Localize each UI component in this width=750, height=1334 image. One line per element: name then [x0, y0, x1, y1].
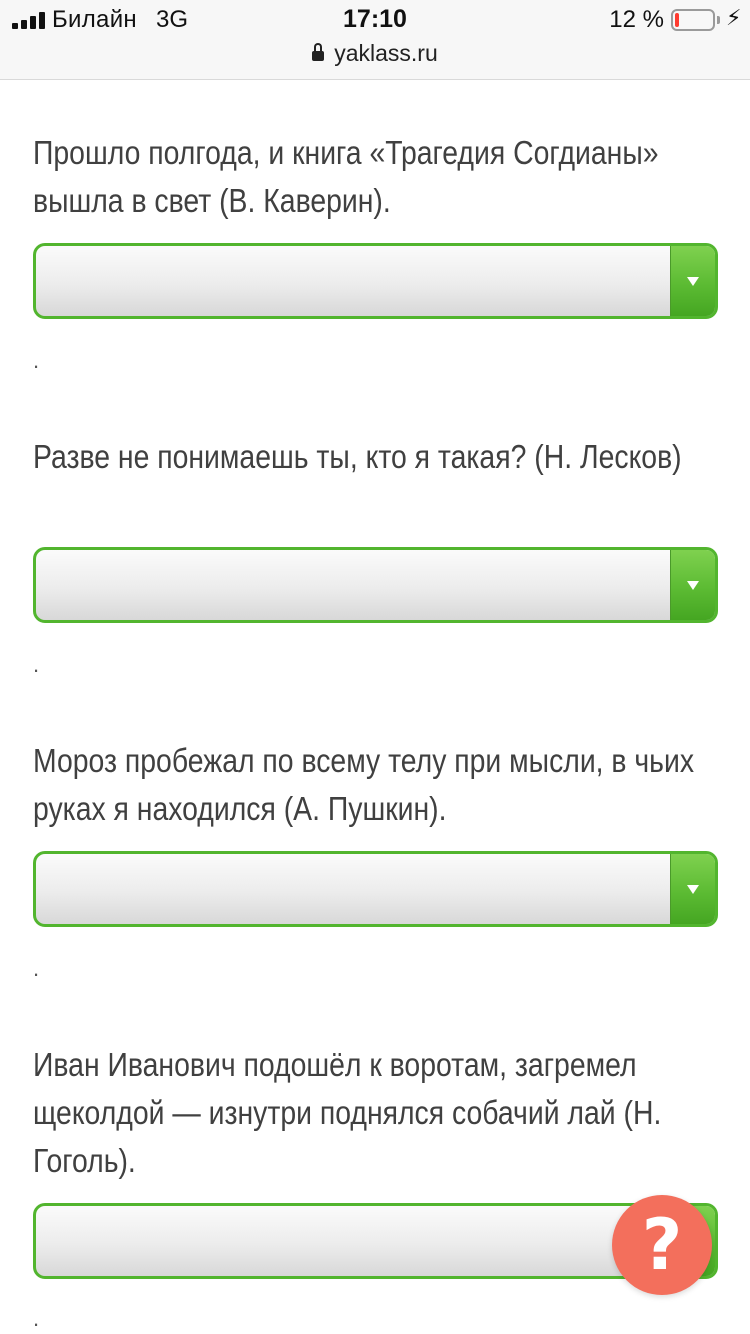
- bolt-icon: ⚡︎: [726, 5, 742, 30]
- question-item: Иван Иванович подошёл к воротам, загреме…: [33, 1041, 723, 1185]
- battery-cap: [717, 16, 720, 24]
- separator-dot: .: [33, 348, 40, 373]
- url-text: yaklass.ru: [334, 40, 438, 66]
- answer-select[interactable]: [33, 547, 718, 623]
- battery-icon: [671, 9, 715, 31]
- question-item: Прошло полгода, и книга «Трагедия Согдиа…: [33, 129, 723, 225]
- battery-percent: 12 %: [609, 6, 664, 33]
- answer-select[interactable]: [33, 243, 718, 319]
- question-item: Мороз пробежал по всему телу при мысли, …: [33, 737, 723, 833]
- separator-dot: .: [33, 1306, 40, 1331]
- dropdown-arrow-icon[interactable]: [670, 550, 715, 620]
- status-bar: Билайн 3G 17:10 12 % ⚡︎ yaklass.ru: [0, 0, 750, 80]
- question-text: Иван Иванович подошёл к воротам, загреме…: [33, 1046, 662, 1179]
- dropdown-arrow-icon[interactable]: [670, 246, 715, 316]
- separator-dot: .: [33, 956, 40, 981]
- lock-icon: [312, 43, 325, 61]
- answer-select[interactable]: [33, 851, 718, 927]
- question-item: Разве не понимаешь ты, кто я такая? (Н. …: [33, 433, 723, 481]
- battery-level: [675, 13, 679, 27]
- help-button[interactable]: ?: [612, 1195, 712, 1295]
- question-text: Разве не понимаешь ты, кто я такая? (Н. …: [33, 438, 682, 475]
- dropdown-arrow-icon[interactable]: [670, 854, 715, 924]
- question-text: Мороз пробежал по всему телу при мысли, …: [33, 742, 695, 827]
- question-text: Прошло полгода, и книга «Трагедия Согдиа…: [33, 134, 659, 219]
- address-bar[interactable]: yaklass.ru: [0, 40, 750, 67]
- separator-dot: .: [33, 652, 40, 677]
